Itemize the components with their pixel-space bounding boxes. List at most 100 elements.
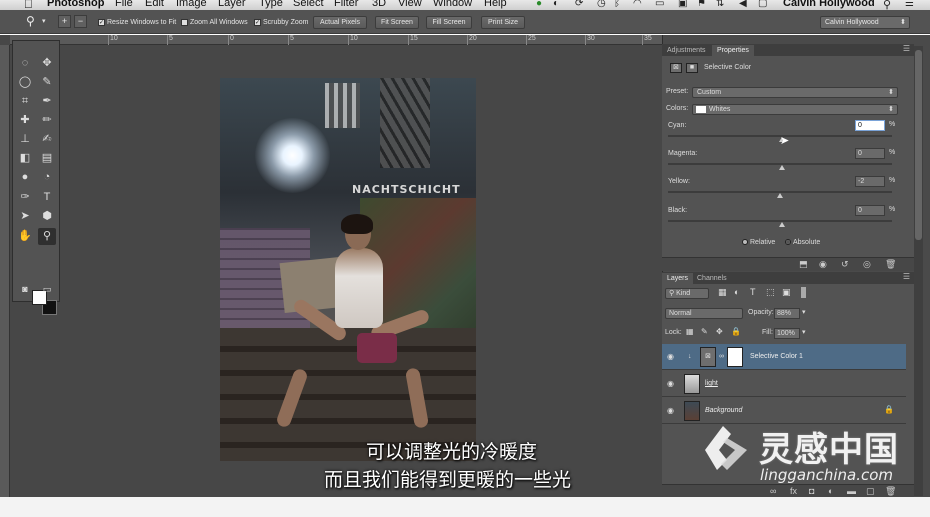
menu-view[interactable]: View	[398, 0, 422, 9]
crop-tool-icon[interactable]: ⌗	[16, 93, 34, 110]
absolute-radio[interactable]: Absolute	[785, 237, 820, 249]
stamp-tool-icon[interactable]: ⊥	[16, 131, 34, 148]
eye-icon[interactable]: ◉	[667, 406, 674, 415]
brush-tool-icon[interactable]: ✏	[38, 112, 56, 129]
layer-row-selective-color[interactable]: ◉ ↓ ⊠ ∞ Selective Color 1	[662, 344, 906, 370]
clip-to-layer-icon[interactable]: ⬒	[799, 259, 808, 270]
fit-screen-button[interactable]: Fit Screen	[375, 16, 419, 29]
screen-mode-icon[interactable]: ▭	[38, 281, 56, 298]
fill-screen-button[interactable]: Fill Screen	[426, 16, 472, 29]
quick-select-tool-icon[interactable]: ✎	[38, 74, 56, 91]
magenta-slider-knob[interactable]	[779, 165, 785, 170]
resize-windows-checkbox[interactable]: ✓ Resize Windows to Fit	[98, 17, 176, 27]
battery-icon[interactable]: ▭	[655, 0, 664, 9]
tool-preset-chevron-icon[interactable]: ▾	[42, 17, 46, 25]
black-slider-knob[interactable]	[779, 222, 785, 227]
colors-select[interactable]: Whites	[692, 104, 898, 115]
spotlight-icon[interactable]: ⚲	[883, 0, 891, 10]
hand-tool-icon[interactable]: ✋	[16, 228, 34, 245]
visibility-icon[interactable]: ◎	[863, 259, 871, 270]
tab-properties[interactable]: Properties	[712, 45, 754, 56]
status-app-icon[interactable]: ●	[536, 0, 542, 9]
menu-user-name[interactable]: Calvin Hollywood	[783, 0, 875, 9]
type-tool-icon[interactable]: T	[38, 189, 56, 206]
menu-filter[interactable]: Filter	[334, 0, 358, 9]
view-previous-icon[interactable]: ◉	[819, 259, 827, 270]
path-select-icon[interactable]: ➤	[16, 208, 34, 225]
magenta-value-input[interactable]: 0	[855, 148, 885, 159]
status-sync-icon[interactable]: ⟳	[575, 0, 583, 9]
scrubby-zoom-checkbox[interactable]: ✓ Scrubby Zoom	[254, 17, 309, 27]
lasso-tool-icon[interactable]: ◯	[16, 74, 34, 91]
shape-filter-icon[interactable]: ⬚	[766, 287, 775, 298]
menu-file[interactable]: File	[115, 0, 133, 9]
menu-layer[interactable]: Layer	[218, 0, 246, 9]
menu-type[interactable]: Type	[259, 0, 283, 9]
volume-icon[interactable]: ◀	[739, 0, 747, 9]
layer-name[interactable]: light	[705, 380, 718, 387]
menu-edit[interactable]: Edit	[145, 0, 164, 9]
mask-icon[interactable]: ■	[686, 63, 698, 73]
healing-tool-icon[interactable]: ✚	[16, 112, 34, 129]
scrollbar-thumb[interactable]	[915, 50, 922, 240]
filter-toggle[interactable]	[801, 287, 806, 298]
layer-mask-thumb[interactable]	[727, 347, 743, 367]
layer-name[interactable]: Selective Color 1	[750, 353, 803, 360]
lock-transparent-icon[interactable]: ▦	[686, 327, 694, 336]
smart-object-filter-icon[interactable]: ▣	[782, 287, 791, 298]
opacity-chevron-icon[interactable]: ▾	[802, 308, 806, 316]
history-brush-icon[interactable]: ✍	[38, 131, 56, 148]
apple-icon[interactable]: 	[24, 0, 33, 10]
pen-tool-icon[interactable]: ✑	[16, 189, 34, 206]
dodge-tool-icon[interactable]: ◔	[38, 169, 56, 186]
yellow-value-input[interactable]: -2	[855, 176, 885, 187]
menu-window[interactable]: Window	[433, 0, 472, 9]
move-tool-icon[interactable]: ✥	[38, 55, 56, 72]
layer-name[interactable]: Background	[705, 407, 742, 414]
flag-icon[interactable]: ⚑	[697, 0, 706, 9]
zoom-in-icon[interactable]: +	[58, 15, 71, 28]
eraser-tool-icon[interactable]: ◧	[16, 150, 34, 167]
reset-icon[interactable]: ↺	[841, 259, 849, 270]
zoom-out-icon[interactable]: −	[74, 15, 87, 28]
blur-tool-icon[interactable]: ●	[16, 169, 34, 186]
panel-menu-icon[interactable]: ☰	[903, 44, 910, 53]
cyan-value-input[interactable]: 0	[855, 120, 885, 131]
print-size-button[interactable]: Print Size	[481, 16, 525, 29]
layer-row-light[interactable]: ◉ light	[662, 371, 906, 397]
gradient-tool-icon[interactable]: ▤	[38, 150, 56, 167]
adjustment-filter-icon[interactable]: ◐	[734, 287, 739, 297]
bluetooth-icon[interactable]: ᛒ	[614, 0, 620, 9]
document-image[interactable]: NACHTSCHICHT	[220, 78, 476, 461]
fill-chevron-icon[interactable]: ▾	[802, 328, 806, 336]
relative-radio[interactable]: Relative	[742, 237, 775, 249]
screen-icon[interactable]: ▢	[758, 0, 767, 9]
menu-3d[interactable]: 3D	[372, 0, 386, 9]
menu-select[interactable]: Select	[293, 0, 324, 9]
type-filter-icon[interactable]: T	[750, 287, 756, 297]
actual-pixels-button[interactable]: Actual Pixels	[313, 16, 367, 29]
lock-pixels-icon[interactable]: ✎	[701, 327, 708, 336]
blend-mode-select[interactable]: Normal	[665, 308, 743, 319]
yellow-slider-knob[interactable]	[777, 193, 783, 198]
eye-icon[interactable]: ◉	[667, 379, 674, 388]
workspace-select[interactable]: Calvin Hollywood ⬍	[820, 16, 910, 29]
menu-image[interactable]: Image	[176, 0, 207, 9]
opacity-input[interactable]: 88%	[774, 308, 800, 319]
menu-help[interactable]: Help	[484, 0, 507, 9]
status-clock-icon[interactable]: ◷	[597, 0, 606, 9]
menu-app-name[interactable]: Photoshop	[47, 0, 104, 9]
layers-menu-icon[interactable]: ☰	[903, 272, 910, 281]
wifi-icon[interactable]: ◠	[633, 0, 642, 9]
lock-all-icon[interactable]: 🔒	[731, 327, 741, 336]
shape-tool-icon[interactable]: ⬢	[38, 208, 56, 225]
display-icon[interactable]: ▣	[678, 0, 687, 9]
vertical-ruler[interactable]	[0, 45, 10, 497]
horizontal-ruler[interactable]: 10 5 0 5 10 15 20 25 30 35	[10, 35, 662, 45]
network-icon[interactable]: ⇅	[716, 0, 724, 9]
zoom-tool-icon[interactable]: ⚲	[26, 14, 35, 28]
filter-kind-select[interactable]: ⚲ Kind	[665, 288, 709, 299]
trash-icon[interactable]: 🗑	[885, 259, 896, 270]
black-value-input[interactable]: 0	[855, 205, 885, 216]
tab-layers[interactable]: Layers	[662, 273, 694, 284]
